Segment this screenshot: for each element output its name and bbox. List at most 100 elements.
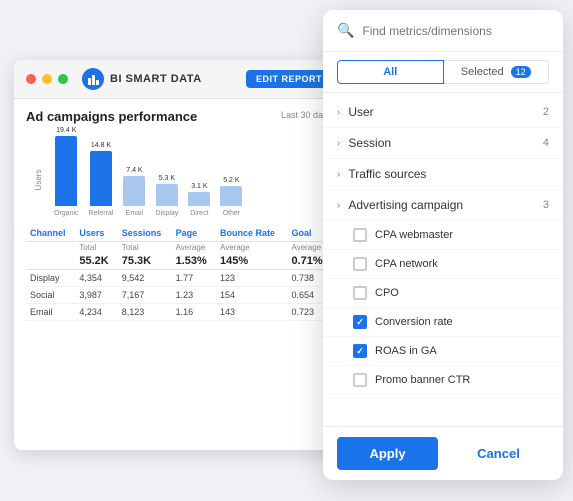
bar-value: 5.2 K — [223, 177, 239, 184]
close-dot[interactable] — [26, 74, 36, 84]
table-row: Display4,3549,5421.771230.738 — [26, 270, 332, 287]
table-header-row: Channel Users Sessions Page Bounce Rate … — [26, 225, 332, 242]
checkbox[interactable] — [353, 315, 367, 329]
table-cell: 9,542 — [118, 270, 172, 287]
category-count: 4 — [543, 137, 549, 149]
metric-item-cpa-webmaster[interactable]: CPA webmaster — [323, 221, 563, 250]
table-cell: 123 — [216, 270, 287, 287]
col-bounce: Bounce Rate — [216, 225, 287, 242]
edit-report-button[interactable]: EDIT REPORT — [246, 70, 332, 88]
col-channel: Channel — [26, 225, 75, 242]
metric-label: CPA webmaster — [375, 229, 453, 241]
metric-item-cpa-network[interactable]: CPA network — [323, 250, 563, 279]
panel-footer: Apply Cancel — [323, 426, 563, 480]
bar-group-direct: 3.1 K Direct — [188, 183, 210, 217]
col-sessions: Sessions — [118, 225, 172, 242]
titlebar: BI SMART DATA EDIT REPORT — [14, 60, 344, 99]
bar-group-other: 5.2 K Other — [220, 177, 242, 217]
bar-label: Other — [223, 210, 241, 217]
tab-selected-label: Selected — [461, 66, 504, 78]
category-label: User — [348, 105, 543, 119]
metrics-list: ›User2›Session4›Traffic sources›Advertis… — [323, 93, 563, 426]
bar-value: 19.4 K — [56, 127, 76, 134]
bar-chart: Users 19.4 KOrganic14.8 KReferral7.4 KEm… — [54, 142, 332, 217]
selected-badge: 12 — [511, 66, 531, 78]
tab-selected[interactable]: Selected 12 — [444, 60, 550, 84]
table-row: Social3,9877,1671.231540.654 — [26, 287, 332, 304]
table-cell: 1.23 — [172, 287, 216, 304]
table-cell: Display — [26, 270, 75, 287]
bi-icon — [82, 68, 104, 90]
chevron-right-icon: › — [337, 138, 340, 149]
bar-value: 3.1 K — [191, 183, 207, 190]
bar — [55, 136, 77, 206]
bar — [220, 186, 242, 206]
metrics-panel: 🔍 All Selected 12 ›User2›Session4›Traffi… — [323, 10, 563, 480]
chevron-right-icon: › — [337, 200, 340, 211]
bar-label: Direct — [190, 210, 208, 217]
table-row: Email4,2348,1231.161430.723 — [26, 304, 332, 321]
col-page: Page — [172, 225, 216, 242]
table-cell: 143 — [216, 304, 287, 321]
table-cell: 1.16 — [172, 304, 216, 321]
metric-label: CPO — [375, 287, 399, 299]
bar — [156, 184, 178, 206]
category-count: 2 — [543, 106, 549, 118]
bi-title: BI SMART DATA — [110, 73, 202, 85]
category-count: 3 — [543, 199, 549, 211]
metric-item-conversion-rate[interactable]: Conversion rate — [323, 308, 563, 337]
bi-logo: BI SMART DATA — [82, 68, 202, 90]
table-cell: Social — [26, 287, 75, 304]
apply-button[interactable]: Apply — [337, 437, 438, 470]
search-input[interactable] — [362, 24, 549, 38]
data-table: Channel Users Sessions Page Bounce Rate … — [26, 225, 332, 321]
y-axis-label: Users — [34, 169, 43, 190]
category-label: Advertising campaign — [348, 198, 543, 212]
search-icon: 🔍 — [337, 22, 354, 39]
bar-label: Referral — [89, 210, 114, 217]
bar-group-display: 5.3 K Display — [155, 175, 178, 217]
table-cell: 7,167 — [118, 287, 172, 304]
col-users: Users — [75, 225, 117, 242]
table-cell: 1.77 — [172, 270, 216, 287]
bar-label: Email — [126, 210, 144, 217]
minimize-dot[interactable] — [42, 74, 52, 84]
metric-label: CPA network — [375, 258, 438, 270]
bi-content: Ad campaigns performance Last 30 days Us… — [14, 99, 344, 331]
bar-group-organic: 19.4 KOrganic — [54, 127, 79, 217]
bar — [188, 192, 210, 206]
category-row-session[interactable]: ›Session4 — [323, 128, 563, 159]
bar-value: 14.8 K — [91, 142, 111, 149]
table-cell: 3,987 — [75, 287, 117, 304]
bar-group-referral: 14.8 K Referral — [89, 142, 114, 217]
chevron-right-icon: › — [337, 169, 340, 180]
tabs-row: All Selected 12 — [323, 52, 563, 93]
search-bar: 🔍 — [323, 10, 563, 52]
table-cell: 4,354 — [75, 270, 117, 287]
bar-label: Display — [155, 210, 178, 217]
category-row-traffic-sources[interactable]: › Traffic sources — [323, 159, 563, 190]
tab-all[interactable]: All — [337, 60, 444, 84]
bi-smart-data-window: BI SMART DATA EDIT REPORT Ad campaigns p… — [14, 60, 344, 450]
table-cell: 4,234 — [75, 304, 117, 321]
checkbox[interactable] — [353, 228, 367, 242]
category-row-advertising-campaign[interactable]: › Advertising campaign3 — [323, 190, 563, 221]
checkbox[interactable] — [353, 373, 367, 387]
checkbox[interactable] — [353, 344, 367, 358]
bar-value: 7.4 K — [126, 167, 142, 174]
metric-label: Promo banner CTR — [375, 374, 470, 386]
category-label: Traffic sources — [348, 167, 549, 181]
table-body: Display4,3549,5421.771230.738Social3,987… — [26, 270, 332, 321]
category-row-user[interactable]: ›User2 — [323, 97, 563, 128]
metric-item-promo-banner-ctr[interactable]: Promo banner CTR — [323, 366, 563, 395]
cancel-button[interactable]: Cancel — [448, 437, 549, 470]
metric-item-roas-in-ga[interactable]: ROAS in GA — [323, 337, 563, 366]
table-cell: Email — [26, 304, 75, 321]
tab-all-label: All — [383, 66, 397, 78]
metric-item-cpo[interactable]: CPO — [323, 279, 563, 308]
bar-value: 5.3 K — [159, 175, 175, 182]
bar-group-email: 7.4 K Email — [123, 167, 145, 217]
checkbox[interactable] — [353, 257, 367, 271]
checkbox[interactable] — [353, 286, 367, 300]
expand-dot[interactable] — [58, 74, 68, 84]
